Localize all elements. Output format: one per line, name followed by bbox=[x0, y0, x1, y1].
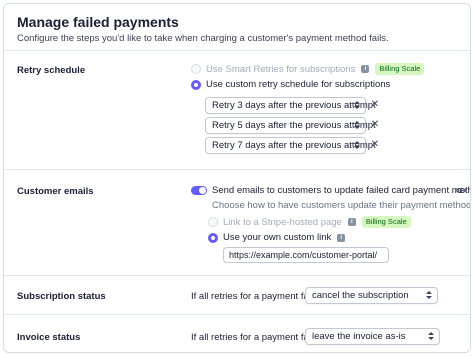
info-icon[interactable]: i bbox=[361, 65, 370, 73]
retry-schedule-select-2[interactable]: Retry 5 days after the previous attempt bbox=[205, 117, 376, 134]
smart-retries-radio bbox=[191, 64, 201, 74]
invoice-status-select[interactable]: leave the invoice as-is bbox=[305, 328, 440, 345]
subscription-status-prefix: If all retries for a payment fail, bbox=[191, 291, 316, 302]
custom-link-option[interactable]: Use your own custom link i bbox=[208, 232, 346, 243]
billing-scale-badge: Billing Scale bbox=[361, 216, 411, 228]
retry-schedule-value-2: Retry 5 days after the previous attempt bbox=[212, 120, 376, 131]
subscription-status-label: Subscription status bbox=[17, 291, 106, 302]
page-subtitle: Configure the steps you'd like to take w… bbox=[17, 33, 389, 44]
section-divider bbox=[4, 275, 470, 276]
emails-helper-text: Choose how to have customers update thei… bbox=[212, 200, 471, 211]
invoice-status-prefix: If all retries for a payment fail, bbox=[191, 332, 316, 343]
header-divider bbox=[4, 50, 470, 51]
select-caret-icon bbox=[353, 100, 361, 111]
send-emails-toggle[interactable] bbox=[191, 186, 207, 195]
retry-schedule-select-3[interactable]: Retry 7 days after the previous attempt bbox=[205, 137, 376, 154]
hosted-page-label: Link to a Stripe-hosted page bbox=[223, 216, 342, 228]
section-divider bbox=[4, 314, 470, 315]
custom-retry-radio[interactable] bbox=[191, 79, 201, 90]
billing-scale-badge: Billing Scale bbox=[375, 63, 425, 75]
custom-retry-label: Use custom retry schedule for subscripti… bbox=[206, 79, 391, 90]
hosted-page-option: Link to a Stripe-hosted page i Billing S… bbox=[208, 216, 411, 228]
failed-payments-card: Manage failed payments Configure the ste… bbox=[3, 3, 471, 353]
smart-retries-label: Use Smart Retries for subscriptions bbox=[206, 63, 356, 75]
invoice-status-label: Invoice status bbox=[17, 332, 81, 343]
eye-icon[interactable] bbox=[456, 187, 466, 194]
subscription-status-value: cancel the subscription bbox=[312, 290, 409, 301]
custom-link-input[interactable]: https://example.com/customer-portal/ bbox=[223, 247, 389, 263]
select-caret-icon bbox=[425, 290, 433, 301]
remove-retry-button-1[interactable]: ✕ bbox=[370, 100, 380, 110]
retry-schedule-label: Retry schedule bbox=[17, 65, 86, 76]
send-emails-label: Send emails to customers to update faile… bbox=[212, 185, 471, 196]
remove-retry-button-2[interactable]: ✕ bbox=[370, 120, 380, 130]
info-icon[interactable]: i bbox=[337, 233, 346, 242]
subscription-status-select[interactable]: cancel the subscription bbox=[305, 287, 438, 304]
custom-link-radio[interactable] bbox=[208, 232, 218, 243]
remove-retry-button-3[interactable]: ✕ bbox=[370, 140, 380, 150]
invoice-status-value: leave the invoice as-is bbox=[312, 331, 406, 342]
section-divider bbox=[4, 169, 470, 170]
toggle-knob bbox=[199, 187, 206, 194]
select-caret-icon bbox=[353, 120, 361, 131]
retry-schedule-value-3: Retry 7 days after the previous attempt bbox=[212, 140, 376, 151]
retry-schedule-select-1[interactable]: Retry 3 days after the previous attempt bbox=[205, 97, 376, 114]
smart-retries-option: Use Smart Retries for subscriptions i Bi… bbox=[191, 63, 425, 75]
select-caret-icon bbox=[427, 331, 435, 342]
customer-emails-label: Customer emails bbox=[17, 186, 94, 197]
custom-link-label: Use your own custom link bbox=[223, 232, 332, 243]
custom-retry-option[interactable]: Use custom retry schedule for subscripti… bbox=[191, 79, 390, 90]
hosted-page-radio bbox=[208, 217, 218, 227]
retry-schedule-value-1: Retry 3 days after the previous attempt bbox=[212, 100, 376, 111]
select-caret-icon bbox=[353, 140, 361, 151]
info-icon[interactable]: i bbox=[347, 218, 356, 226]
page-title: Manage failed payments bbox=[17, 14, 179, 30]
